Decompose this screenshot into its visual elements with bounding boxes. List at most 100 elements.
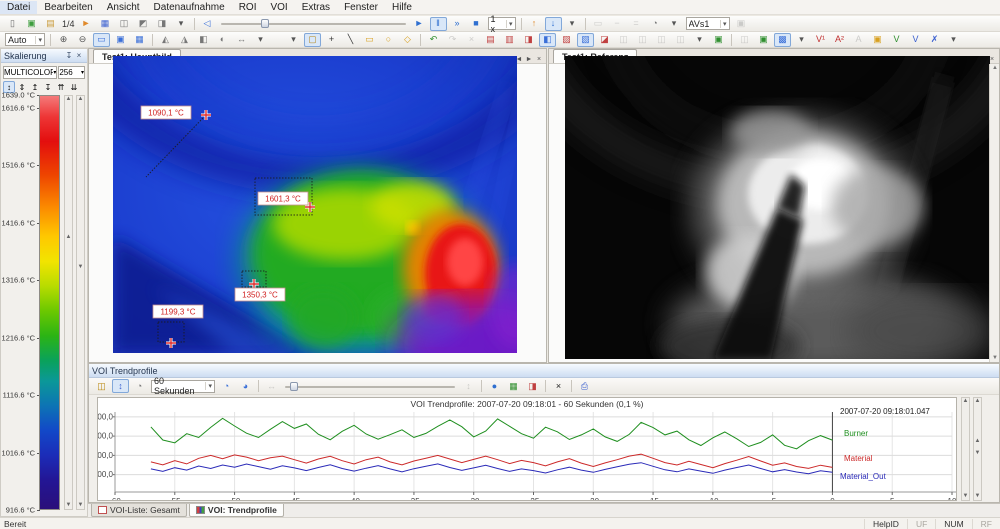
save-button[interactable]: ▦ (97, 17, 114, 31)
menu-voi[interactable]: VOI (263, 1, 294, 14)
tab-scroll-right-icon[interactable]: ► (524, 56, 534, 63)
reference-scrollbar[interactable]: ▲▼ (989, 64, 999, 362)
level-high-button[interactable]: ◮ (176, 33, 193, 47)
roi-ellipse-button[interactable]: ○ (380, 33, 397, 47)
voi-more-dropdown[interactable]: ▾ (691, 33, 708, 47)
mask-edit-button[interactable]: ▧ (577, 33, 594, 47)
menu-fenster[interactable]: Fenster (337, 1, 385, 14)
pan-button[interactable]: ↔ (233, 33, 250, 47)
export-image-button[interactable]: ▣ (23, 17, 40, 31)
menu-extras[interactable]: Extras (295, 1, 337, 14)
menu-datei[interactable]: Datei (0, 1, 37, 14)
annotation-style-button[interactable]: ▣ (869, 33, 886, 47)
trend-vscroll-2[interactable]: ▲▲▼▼ (973, 397, 982, 501)
fit-window-button[interactable]: ▭ (93, 33, 110, 47)
trend-chart[interactable]: VOI Trendprofile: 2007-07-20 09:18:01 - … (97, 397, 957, 501)
menu-roi[interactable]: ROI (232, 1, 264, 14)
menu-bearbeiten[interactable]: Bearbeiten (37, 1, 99, 14)
audio-button[interactable]: ◁ (199, 17, 216, 31)
snapshot-button[interactable]: ◨ (154, 17, 171, 31)
reference-image-button[interactable]: ▣ (710, 33, 727, 47)
mask-delete-button[interactable]: ◪ (596, 33, 613, 47)
copy-chart-button[interactable]: ◫ (93, 379, 110, 393)
position-slider-thumb[interactable] (261, 19, 269, 28)
roi-point-button[interactable]: + (323, 33, 340, 47)
percent-button[interactable]: ◔ (647, 17, 664, 31)
marker-dropdown[interactable]: ▾ (564, 17, 581, 31)
show-image-button[interactable]: ▣ (755, 33, 772, 47)
export-excel-button[interactable]: ▦ (505, 379, 522, 393)
roi-dropdown[interactable]: ▾ (285, 33, 302, 47)
voi-table-button[interactable]: V (888, 33, 905, 47)
level-low-button[interactable]: ◭ (157, 33, 174, 47)
voi-paste-button[interactable]: ▥ (501, 33, 518, 47)
more-file-dropdown[interactable]: ▾ (173, 17, 190, 31)
marker-down-button[interactable]: ↓ (545, 17, 562, 31)
play-button[interactable]: ► (411, 17, 428, 31)
levels-combobox[interactable]: 256▾ (58, 66, 85, 79)
voi-export-button[interactable]: ◨ (520, 33, 537, 47)
mask-sub-button[interactable]: ▨ (558, 33, 575, 47)
tab-close-icon[interactable]: × (534, 56, 544, 63)
speed-combobox[interactable]: 1 x▾ (488, 17, 516, 30)
time-range-slider-thumb[interactable] (290, 382, 298, 391)
open-file-button[interactable]: ▤ (42, 17, 59, 31)
scale-min-slider[interactable]: ▲▼▼ (76, 95, 85, 510)
copy-button[interactable]: ◫ (116, 17, 133, 31)
doc-tab-voi-liste-gesamt[interactable]: VOI-Liste: Gesamt (91, 504, 187, 517)
thermal-image[interactable]: 1090,1 °C1601,3 °C1350,3 °C1199,3 °C (113, 56, 517, 353)
menu-ansicht[interactable]: Ansicht (100, 1, 147, 14)
roi-rect-button[interactable]: ▭ (361, 33, 378, 47)
scale-down-button[interactable]: ⇊ (68, 81, 80, 93)
export-chart-button[interactable]: ◨ (524, 379, 541, 393)
scaling-mode-combobox[interactable]: Auto▾ (5, 33, 45, 46)
actual-size-button[interactable]: ▣ (112, 33, 129, 47)
clear-annotations-button[interactable]: ✗ (926, 33, 943, 47)
pin-icon[interactable]: ↧ (64, 51, 74, 60)
voi-copy-button[interactable]: ▤ (482, 33, 499, 47)
close-icon[interactable]: × (74, 51, 84, 60)
avs-combobox[interactable]: AVs1▾ (686, 17, 730, 30)
zoom-time-in-button[interactable]: ◔ (218, 379, 235, 393)
view-dropdown[interactable]: ▾ (252, 33, 269, 47)
zoom-in-button[interactable]: ⊕ (55, 33, 72, 47)
print-trend-button[interactable]: ⎙ (576, 379, 593, 393)
zoom-out-button[interactable]: ⊖ (74, 33, 91, 47)
delete-trend-button[interactable]: × (550, 379, 567, 393)
stop-button[interactable]: ■ (468, 17, 485, 31)
new-document-button[interactable]: ▯ (4, 17, 21, 31)
scale-up-button[interactable]: ⇈ (55, 81, 67, 93)
show-grid-button[interactable]: ▩ (774, 33, 791, 47)
time-range-slider[interactable] (285, 381, 455, 392)
fast-forward-button[interactable]: » (449, 17, 466, 31)
record-button[interactable]: ● (486, 379, 503, 393)
trend-vscroll-1[interactable]: ▲▼ (961, 397, 970, 501)
profile-settings-button[interactable]: ◔ (131, 379, 148, 393)
show-values-button[interactable]: V¹ (812, 33, 829, 47)
autoscale-y-button[interactable]: ↕ (112, 379, 129, 393)
undo-roi-button[interactable]: ↶ (425, 33, 442, 47)
display-dropdown[interactable]: ▾ (793, 33, 810, 47)
zoom-time-out-button[interactable]: ◕ (237, 379, 254, 393)
annotations-dropdown[interactable]: ▾ (945, 33, 962, 47)
doc-tab-voi-trendprofile[interactable]: VOI: Trendprofile (189, 504, 284, 517)
pause-button[interactable]: ‖ (430, 17, 447, 31)
roi-polygon-button[interactable]: ◇ (399, 33, 416, 47)
interval-combobox[interactable]: 60 Sekunden▾ (151, 380, 215, 393)
position-slider[interactable] (221, 18, 406, 29)
menu-datenaufnahme[interactable]: Datenaufnahme (147, 1, 232, 14)
scale-min-button[interactable]: ↧ (42, 81, 54, 93)
voi-trend-button[interactable]: V (907, 33, 924, 47)
percent-dropdown[interactable]: ▾ (666, 17, 683, 31)
invert-palette-button[interactable]: ◐ (214, 33, 231, 47)
reference-image[interactable] (565, 56, 990, 359)
marker-up-button[interactable]: ↑ (526, 17, 543, 31)
full-image-button[interactable]: ▦ (131, 33, 148, 47)
show-areas-button[interactable]: A² (831, 33, 848, 47)
palette-combobox[interactable]: MULTICOLOR▾ (3, 66, 57, 79)
color-scale-bar[interactable] (39, 95, 60, 510)
scale-max-slider[interactable]: ▲▲▼ (64, 95, 73, 510)
roi-select-button[interactable]: ▢ (304, 33, 321, 47)
next-frame-button[interactable]: ► (78, 17, 95, 31)
mask-add-button[interactable]: ◧ (539, 33, 556, 47)
